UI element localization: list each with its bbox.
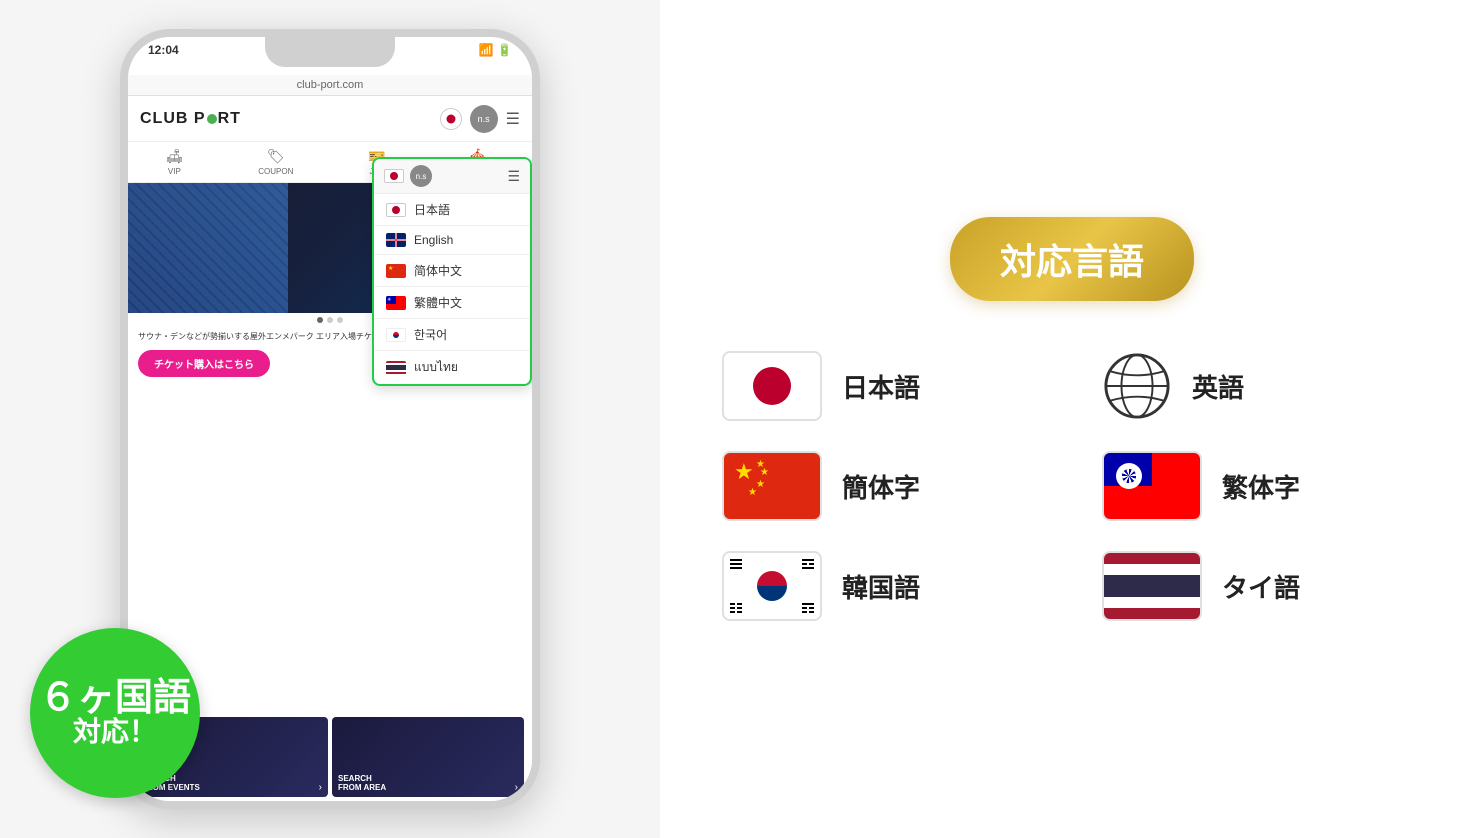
connectivity-icons: 📶 🔋 (479, 43, 512, 57)
lang-option-chinese-simplified[interactable]: ★ 简体中文 (374, 255, 530, 287)
buy-button[interactable]: チケット購入はこちら (138, 350, 270, 377)
thumb-area[interactable]: SEARCHFROM AREA › (332, 717, 524, 797)
app-logo: CLUB PRT (140, 110, 241, 128)
title-badge: 対応言語 (950, 217, 1194, 301)
flag-korean (722, 551, 822, 621)
lang-entry-english: 英語 (1102, 351, 1422, 421)
flag-simplified-chinese: ★ ★ ★ ★ ★ (722, 451, 822, 521)
dot-3 (337, 317, 343, 323)
lang-entry-traditional: 繁体字 (1102, 451, 1422, 521)
lang-option-japanese[interactable]: 日本語 (374, 194, 530, 226)
lang-option-korean[interactable]: 한국어 (374, 319, 530, 351)
lang-name-thai: タイ語 (1222, 568, 1300, 605)
menu-icon[interactable]: ☰ (506, 109, 520, 129)
flag-traditional-chinese (1102, 451, 1202, 521)
nav-vip[interactable]: 🛋 VIP (165, 148, 183, 176)
banner-image (128, 183, 288, 313)
title-text: 対応言語 (1000, 241, 1144, 282)
lang-name-japanese: 日本語 (842, 368, 920, 405)
language-count-badge: ６ヶ国語 対応！ (30, 628, 200, 798)
lang-option-chinese-traditional[interactable]: ☀ 繁體中文 (374, 287, 530, 319)
dot-2 (327, 317, 333, 323)
lang-entry-korean: 韓国語 (722, 551, 1042, 621)
lang-entry-thai: タイ語 (1102, 551, 1422, 621)
lang-name-korean: 韓国語 (842, 568, 920, 605)
lang-entry-japanese: 日本語 (722, 351, 1042, 421)
language-dropdown[interactable]: n.s ☰ 日本語 (372, 157, 532, 386)
flag-small (440, 108, 462, 130)
nav-coupon[interactable]: 🏷 COUPON (258, 148, 293, 176)
badge-line1: ６ヶ国語 (39, 679, 191, 717)
user-avatar[interactable]: n.s (470, 105, 498, 133)
languages-grid: 日本語 英語 ★ ★ ★ ★ ★ (722, 351, 1422, 621)
lang-option-english[interactable]: English (374, 226, 530, 255)
lang-name-english: 英語 (1192, 368, 1244, 405)
app-header: CLUB PRT n.s ☰ (128, 97, 532, 142)
time-display: 12:04 (148, 43, 179, 57)
globe-icon (1102, 351, 1172, 421)
flag-thai (1102, 551, 1202, 621)
lang-name-traditional: 繁体字 (1222, 468, 1300, 505)
status-bar: 12:04 📶 🔋 (128, 43, 532, 57)
dropdown-user: n.s (410, 165, 432, 187)
phone-section: ６ヶ国語 対応！ 12:04 📶 🔋 club-port.com CLUB PR… (0, 0, 660, 838)
lang-entry-simplified: ★ ★ ★ ★ ★ 簡体字 (722, 451, 1042, 521)
url-bar: club-port.com (128, 75, 532, 96)
header-icons: n.s ☰ (440, 105, 520, 133)
right-section: 対応言語 日本語 英語 (660, 0, 1484, 838)
dropdown-menu-icon: ☰ (507, 168, 520, 185)
badge-line2: 対応！ (73, 717, 157, 748)
dropdown-header: n.s ☰ (374, 159, 530, 194)
lang-name-simplified: 簡体字 (842, 468, 920, 505)
dot-1 (317, 317, 323, 323)
flag-japanese (722, 351, 822, 421)
lang-option-thai[interactable]: แบบไทย (374, 351, 530, 384)
